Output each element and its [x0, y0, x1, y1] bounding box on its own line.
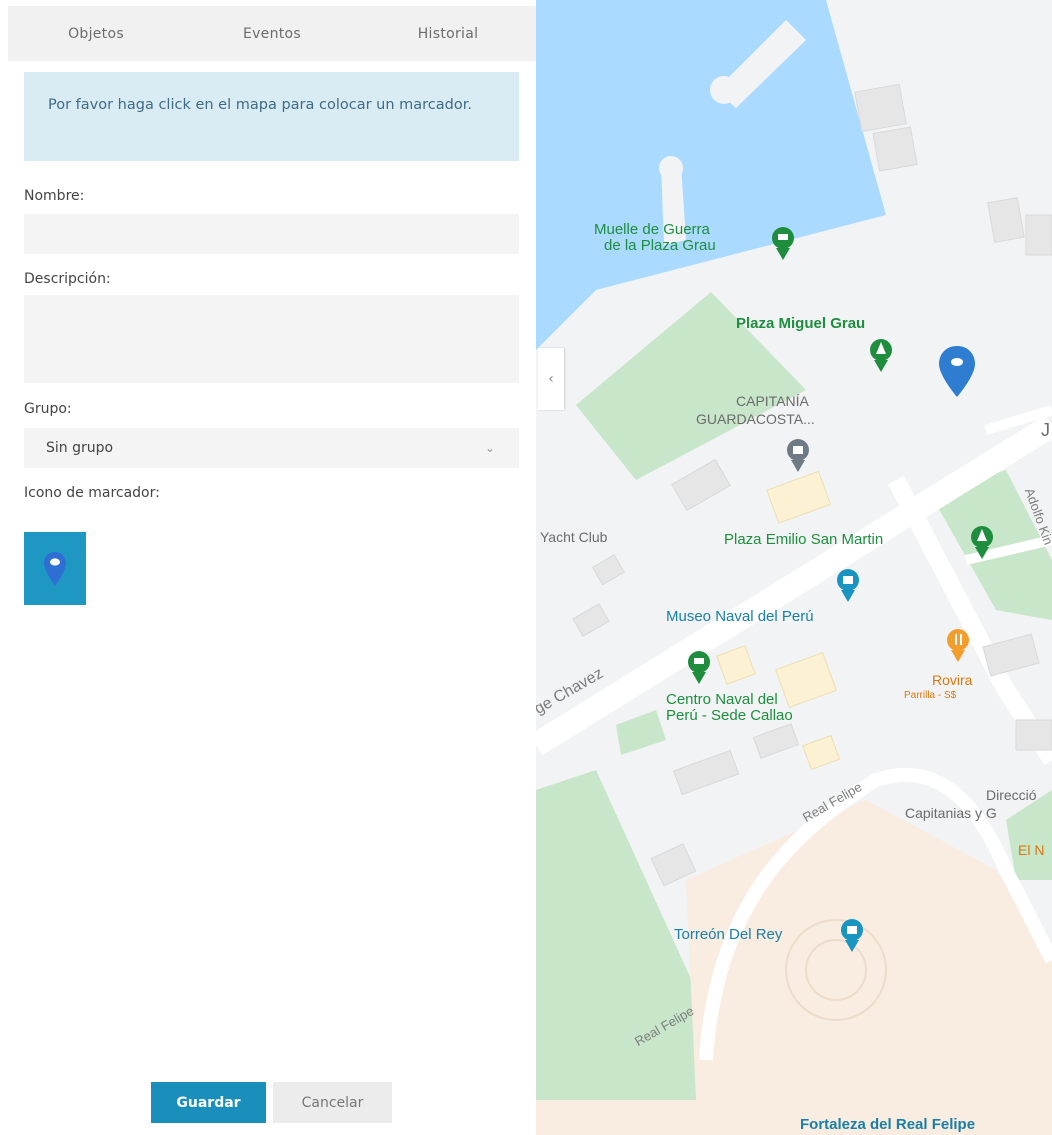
map-label-centro-1: Centro Naval del — [666, 691, 778, 708]
group-select[interactable]: Sin grupo ⌄ — [24, 428, 519, 468]
map-canvas — [536, 0, 1052, 1135]
map-label-fortaleza: Fortaleza del Real Felipe — [800, 1116, 976, 1133]
map-label-centro-2: Perú - Sede Callao — [666, 707, 793, 724]
map-label-capitania-1: CAPITANÍA — [736, 393, 809, 409]
map-label-yacht: Yacht Club — [540, 529, 608, 545]
description-input[interactable] — [24, 295, 519, 383]
collapse-panel-button[interactable]: ‹ — [538, 348, 564, 410]
save-button[interactable]: Guardar — [151, 1082, 266, 1123]
tab-bar: Objetos Eventos Historial — [8, 6, 536, 61]
marker-icon-picker[interactable] — [24, 532, 86, 605]
map-label-museo: Museo Naval del Perú — [666, 608, 814, 625]
map-label-muelle-1: Muelle de Guerra — [594, 221, 710, 238]
cancel-button[interactable]: Cancelar — [273, 1082, 392, 1123]
icon-label: Icono de marcador: — [24, 485, 160, 501]
map-label-direccion-2: Capitanias y G — [905, 805, 997, 821]
map-label-torreon: Torreón Del Rey — [674, 926, 783, 943]
map-label-el-n: El N — [1018, 842, 1045, 858]
map-label-direccion-1: Direcció — [986, 787, 1037, 803]
group-label: Grupo: — [24, 401, 72, 417]
map-label-rovira-sub: Parrilla - S$ — [904, 690, 957, 701]
description-label: Descripción: — [24, 271, 111, 287]
tab-objetos[interactable]: Objetos — [8, 6, 184, 61]
name-input[interactable] — [24, 214, 519, 254]
map-label-plaza-grau: Plaza Miguel Grau — [736, 315, 866, 332]
map-view[interactable]: Muelle de Guerra de la Plaza Grau Plaza … — [536, 0, 1052, 1135]
map-label-muelle-2: de la Plaza Grau — [604, 237, 716, 254]
map-label-rovira: Rovira — [932, 672, 973, 688]
map-label-j: J — [1041, 420, 1050, 440]
map-label-emilio: Plaza Emilio San Martin — [724, 531, 884, 548]
group-select-value: Sin grupo — [46, 440, 114, 456]
chevron-left-icon: ‹ — [548, 371, 554, 387]
map-label-capitania-2: GUARDACOSTA... — [696, 411, 815, 427]
chevron-down-icon: ⌄ — [484, 441, 495, 455]
tab-historial[interactable]: Historial — [360, 6, 536, 61]
info-alert: Por favor haga click en el mapa para col… — [24, 72, 519, 161]
name-label: Nombre: — [24, 188, 85, 204]
side-panel: Objetos Eventos Historial Por favor haga… — [0, 0, 536, 1135]
tab-eventos[interactable]: Eventos — [184, 6, 360, 61]
map-pin-icon — [44, 551, 66, 586]
